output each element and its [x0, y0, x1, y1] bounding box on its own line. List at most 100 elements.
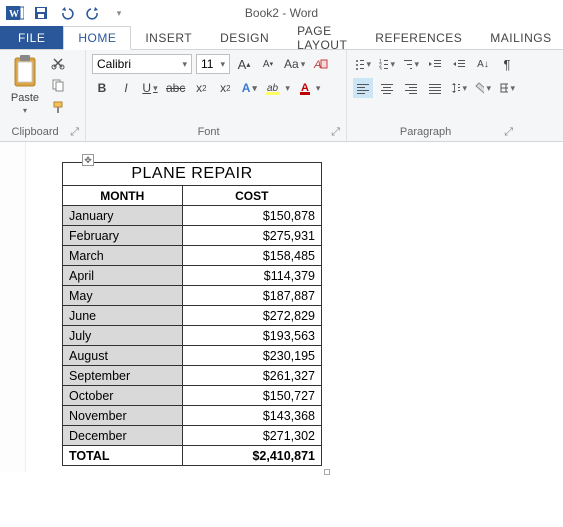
- svg-text:W: W: [9, 9, 19, 20]
- decrease-indent-icon[interactable]: [425, 54, 445, 74]
- clear-formatting-icon[interactable]: A: [311, 54, 331, 74]
- group-font: Calibri ▾ 11 ▾ A▴ A▾ Aa▾ A B I U▾ abc: [86, 50, 347, 141]
- show-marks-icon[interactable]: ¶: [497, 54, 517, 74]
- tab-references[interactable]: REFERENCES: [361, 26, 476, 49]
- multilevel-list-icon[interactable]: ▾: [401, 54, 421, 74]
- document-table[interactable]: PLANE REPAIR MONTH COST January$150,878F…: [62, 162, 322, 466]
- bullets-icon[interactable]: ▾: [353, 54, 373, 74]
- highlight-icon[interactable]: ab▾: [263, 78, 292, 98]
- font-size-combo[interactable]: 11 ▾: [196, 54, 230, 74]
- superscript-icon[interactable]: x2: [215, 78, 235, 98]
- paste-dropdown-icon[interactable]: ▾: [23, 106, 27, 115]
- font-launcher-icon[interactable]: ⤢: [331, 126, 340, 139]
- table-title[interactable]: PLANE REPAIR: [63, 163, 322, 186]
- table-cell-month[interactable]: August: [63, 346, 183, 366]
- bold-icon[interactable]: B: [92, 78, 112, 98]
- table-cell-month[interactable]: May: [63, 286, 183, 306]
- header-cost[interactable]: COST: [182, 186, 321, 206]
- group-clipboard-label: Clipboard⤢: [6, 124, 79, 139]
- strikethrough-icon[interactable]: abc: [164, 78, 187, 98]
- clipboard-launcher-icon[interactable]: ⤢: [70, 126, 79, 139]
- tab-mailings[interactable]: MAILINGS: [476, 26, 563, 49]
- table-cell-cost[interactable]: $193,563: [182, 326, 321, 346]
- group-paragraph: ▾ 123▾ ▾ A↓ ¶ ▾ ▾ ▾ Paragraph⤢: [347, 50, 519, 141]
- font-name-combo[interactable]: Calibri ▾: [92, 54, 192, 74]
- table-cell-cost[interactable]: $150,878: [182, 206, 321, 226]
- table-cell-month[interactable]: September: [63, 366, 183, 386]
- table-resize-handle-icon[interactable]: [324, 469, 330, 475]
- word-app-icon[interactable]: W: [4, 2, 26, 24]
- page[interactable]: ✥ PLANE REPAIR MONTH COST January$150,87…: [26, 142, 322, 472]
- table-cell-cost[interactable]: $272,829: [182, 306, 321, 326]
- align-left-icon[interactable]: [353, 78, 373, 98]
- table-cell-month[interactable]: February: [63, 226, 183, 246]
- group-clipboard: Paste ▾ Clipboard⤢: [0, 50, 86, 141]
- justify-icon[interactable]: [425, 78, 445, 98]
- tab-file[interactable]: FILE: [0, 26, 63, 49]
- table-cell-month[interactable]: April: [63, 266, 183, 286]
- font-color-icon[interactable]: A▾: [296, 78, 323, 98]
- change-case-icon[interactable]: Aa▾: [282, 54, 307, 74]
- table-cell-month[interactable]: January: [63, 206, 183, 226]
- format-painter-icon[interactable]: [48, 98, 68, 116]
- table-cell-month[interactable]: December: [63, 426, 183, 446]
- shrink-font-icon[interactable]: A▾: [258, 54, 278, 74]
- quick-access-toolbar: W ▾: [4, 2, 130, 24]
- table-move-handle-icon[interactable]: ✥: [82, 154, 94, 166]
- tab-design[interactable]: DESIGN: [206, 26, 283, 49]
- borders-icon[interactable]: ▾: [497, 78, 517, 98]
- ribbon-tabs: FILE HOME INSERT DESIGN PAGE LAYOUT REFE…: [0, 26, 563, 50]
- chevron-down-icon: ▾: [182, 59, 187, 70]
- table-cell-month[interactable]: November: [63, 406, 183, 426]
- subscript-icon[interactable]: x2: [191, 78, 211, 98]
- font-size-value: 11: [201, 57, 213, 71]
- underline-icon[interactable]: U▾: [140, 78, 160, 98]
- tab-insert[interactable]: INSERT: [131, 26, 206, 49]
- table-cell-month[interactable]: June: [63, 306, 183, 326]
- save-icon[interactable]: [30, 2, 52, 24]
- paste-label: Paste: [11, 92, 39, 104]
- align-right-icon[interactable]: [401, 78, 421, 98]
- italic-icon[interactable]: I: [116, 78, 136, 98]
- table-cell-cost[interactable]: $143,368: [182, 406, 321, 426]
- table-cell-cost[interactable]: $187,887: [182, 286, 321, 306]
- document-area: ✥ PLANE REPAIR MONTH COST January$150,87…: [0, 142, 563, 472]
- table-cell-cost[interactable]: $230,195: [182, 346, 321, 366]
- table-cell-cost[interactable]: $150,727: [182, 386, 321, 406]
- title-bar: W ▾ Book2 - Word: [0, 0, 563, 26]
- table-cell-cost[interactable]: $275,931: [182, 226, 321, 246]
- group-font-label: Font⤢: [92, 124, 340, 139]
- table-cell-month[interactable]: October: [63, 386, 183, 406]
- tab-home[interactable]: HOME: [63, 26, 131, 50]
- header-month[interactable]: MONTH: [63, 186, 183, 206]
- tab-page-layout[interactable]: PAGE LAYOUT: [283, 26, 361, 49]
- copy-icon[interactable]: [48, 76, 68, 94]
- table-cell-cost[interactable]: $158,485: [182, 246, 321, 266]
- align-center-icon[interactable]: [377, 78, 397, 98]
- vertical-ruler: [0, 142, 26, 472]
- line-spacing-icon[interactable]: ▾: [449, 78, 469, 98]
- table-cell-month[interactable]: March: [63, 246, 183, 266]
- table-cell-cost[interactable]: $114,379: [182, 266, 321, 286]
- paste-button[interactable]: Paste ▾: [6, 54, 44, 115]
- cut-icon[interactable]: [48, 54, 68, 72]
- undo-icon[interactable]: [56, 2, 78, 24]
- total-label[interactable]: TOTAL: [63, 446, 183, 466]
- chevron-down-icon: ▾: [220, 59, 225, 70]
- table-cell-cost[interactable]: $261,327: [182, 366, 321, 386]
- sort-icon[interactable]: A↓: [473, 54, 493, 74]
- font-name-value: Calibri: [97, 57, 131, 71]
- paragraph-launcher-icon[interactable]: ⤢: [504, 126, 513, 139]
- redo-icon[interactable]: [82, 2, 104, 24]
- svg-text:3: 3: [379, 67, 382, 70]
- table-cell-cost[interactable]: $271,302: [182, 426, 321, 446]
- qat-customize-dropdown-icon[interactable]: ▾: [108, 2, 130, 24]
- increase-indent-icon[interactable]: [449, 54, 469, 74]
- text-effects-icon[interactable]: A▾: [239, 78, 259, 98]
- table-cell-month[interactable]: July: [63, 326, 183, 346]
- shading-icon[interactable]: ▾: [473, 78, 493, 98]
- svg-text:A: A: [313, 59, 321, 71]
- total-cost[interactable]: $2,410,871: [182, 446, 321, 466]
- grow-font-icon[interactable]: A▴: [234, 54, 254, 74]
- numbering-icon[interactable]: 123▾: [377, 54, 397, 74]
